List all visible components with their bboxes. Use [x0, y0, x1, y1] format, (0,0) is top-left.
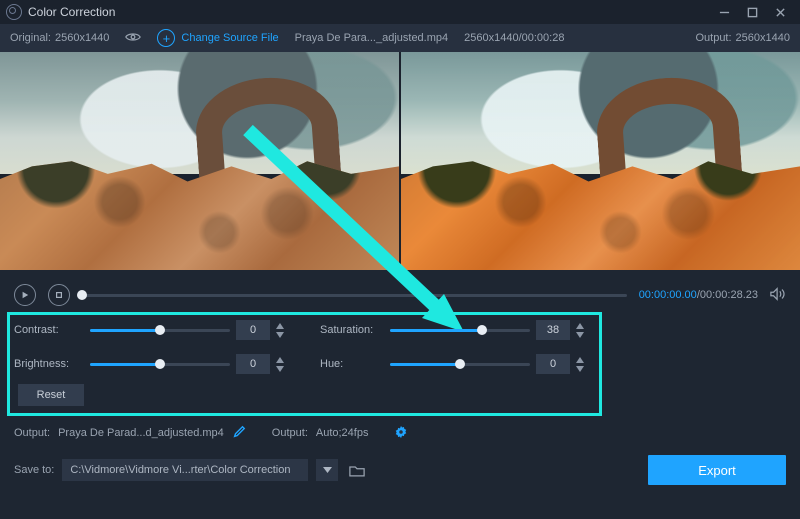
preview-toggle-icon[interactable] — [125, 31, 141, 46]
stop-button[interactable] — [48, 284, 70, 306]
reset-button[interactable]: Reset — [18, 384, 84, 406]
output-label: Output: — [695, 32, 731, 44]
export-button[interactable]: Export — [648, 455, 786, 485]
hue-label: Hue: — [298, 358, 384, 370]
edit-output-name-icon[interactable] — [232, 425, 246, 442]
saturation-value: 38 — [536, 320, 570, 340]
saturation-step-up[interactable] — [573, 322, 587, 330]
brightness-label: Brightness: — [14, 358, 84, 370]
save-path-field[interactable]: C:\Vidmore\Vidmore Vi...rter\Color Corre… — [62, 459, 308, 481]
output-format-label: Output: — [272, 427, 308, 439]
contrast-value: 0 — [236, 320, 270, 340]
preview-original — [0, 52, 399, 270]
saturation-value-box[interactable]: 38 — [536, 320, 592, 340]
hue-value: 0 — [536, 354, 570, 374]
source-filename: Praya De Para..._adjusted.mp4 — [295, 32, 448, 44]
contrast-label: Contrast: — [14, 324, 84, 336]
save-row: Save to: C:\Vidmore\Vidmore Vi...rter\Co… — [0, 448, 800, 492]
minimize-button[interactable] — [710, 2, 738, 22]
contrast-step-down[interactable] — [273, 331, 287, 339]
hue-step-down[interactable] — [573, 365, 587, 373]
contrast-slider[interactable] — [90, 329, 230, 332]
close-button[interactable] — [766, 2, 794, 22]
output-info-row: Output: Praya De Parad...d_adjusted.mp4 … — [0, 418, 800, 448]
brightness-step-down[interactable] — [273, 365, 287, 373]
color-controls-panel: Contrast: 0 Saturation: 38 Brightness: 0… — [0, 312, 800, 418]
brightness-slider[interactable] — [90, 363, 230, 366]
output-settings-icon[interactable] — [394, 425, 408, 442]
time-duration: 00:00:28.23 — [700, 289, 758, 301]
playback-bar: 00:00:00.00/00:00:28.23 — [0, 278, 800, 312]
original-label: Original: — [10, 32, 51, 44]
saturation-step-down[interactable] — [573, 331, 587, 339]
contrast-step-up[interactable] — [273, 322, 287, 330]
app-logo-icon — [6, 4, 22, 20]
hue-step-up[interactable] — [573, 356, 587, 364]
window-title: Color Correction — [28, 5, 115, 19]
time-current: 00:00:00.00 — [639, 289, 697, 301]
maximize-button[interactable] — [738, 2, 766, 22]
output-dimensions: 2560x1440 — [736, 32, 790, 44]
time-display: 00:00:00.00/00:00:28.23 — [639, 289, 758, 301]
brightness-value-box[interactable]: 0 — [236, 354, 292, 374]
output-file-name: Praya De Parad...d_adjusted.mp4 — [58, 427, 224, 439]
hue-value-box[interactable]: 0 — [536, 354, 592, 374]
hue-slider[interactable] — [390, 363, 530, 366]
info-toolbar: Original: 2560x1440 + Change Source File… — [0, 24, 800, 52]
original-dimensions: 2560x1440 — [55, 32, 109, 44]
source-meta: 2560x1440/00:00:28 — [464, 32, 564, 44]
save-path-dropdown[interactable] — [316, 459, 338, 481]
save-to-label: Save to: — [14, 464, 54, 476]
preview-adjusted — [399, 52, 800, 270]
output-format-value: Auto;24fps — [316, 427, 369, 439]
brightness-step-up[interactable] — [273, 356, 287, 364]
add-source-icon[interactable]: + — [157, 29, 175, 47]
play-button[interactable] — [14, 284, 36, 306]
volume-icon[interactable] — [770, 287, 786, 304]
preview-row — [0, 52, 800, 270]
brightness-value: 0 — [236, 354, 270, 374]
output-file-label: Output: — [14, 427, 50, 439]
seek-slider[interactable] — [82, 294, 627, 297]
titlebar: Color Correction — [0, 0, 800, 24]
saturation-label: Saturation: — [298, 324, 384, 336]
saturation-slider[interactable] — [390, 329, 530, 332]
open-folder-icon[interactable] — [346, 459, 368, 481]
contrast-value-box[interactable]: 0 — [236, 320, 292, 340]
change-source-link[interactable]: Change Source File — [181, 32, 278, 44]
